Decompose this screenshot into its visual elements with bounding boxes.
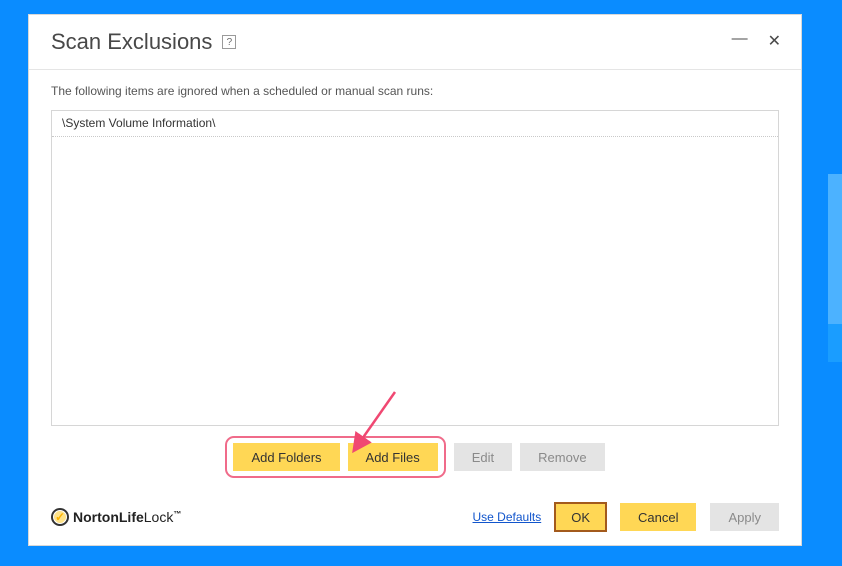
dialog-window: Scan Exclusions ? — ✕ The following item… [28,14,802,546]
dialog-footer: ✓ NortonLifeLock™ Use Defaults OK Cancel… [29,493,801,545]
trademark-icon: ™ [173,509,181,518]
exclusions-list[interactable]: \System Volume Information\ [51,110,779,426]
close-icon[interactable]: ✕ [768,34,781,50]
norton-check-icon: ✓ [51,508,69,526]
list-actions: Add Folders Add Files Edit Remove [51,436,779,478]
desktop-accent [828,174,842,324]
description-text: The following items are ignored when a s… [51,84,779,98]
add-folders-button[interactable]: Add Folders [233,443,339,471]
remove-button: Remove [520,443,604,471]
help-icon[interactable]: ? [222,35,236,49]
apply-button: Apply [710,503,779,531]
edit-button: Edit [454,443,512,471]
annotation-highlight: Add Folders Add Files [225,436,445,478]
cancel-button[interactable]: Cancel [620,503,696,531]
minimize-icon[interactable]: — [732,31,748,47]
dialog-title: Scan Exclusions [51,29,212,55]
dialog-content: The following items are ignored when a s… [29,70,801,493]
window-controls: — ✕ [732,34,787,50]
desktop-accent [828,324,842,362]
brand-strong: NortonLife [73,509,144,525]
ok-button[interactable]: OK [555,503,606,531]
title-bar: Scan Exclusions ? — ✕ [29,15,801,70]
brand-light: Lock [144,509,174,525]
title-left: Scan Exclusions ? [51,29,236,55]
list-item[interactable]: \System Volume Information\ [52,111,778,137]
brand-logo: ✓ NortonLifeLock™ [51,508,181,526]
brand-text: NortonLifeLock™ [73,509,181,525]
use-defaults-link[interactable]: Use Defaults [473,510,542,524]
exclusion-path: \System Volume Information\ [62,116,215,130]
add-files-button[interactable]: Add Files [348,443,438,471]
footer-right: Use Defaults OK Cancel Apply [473,503,780,531]
